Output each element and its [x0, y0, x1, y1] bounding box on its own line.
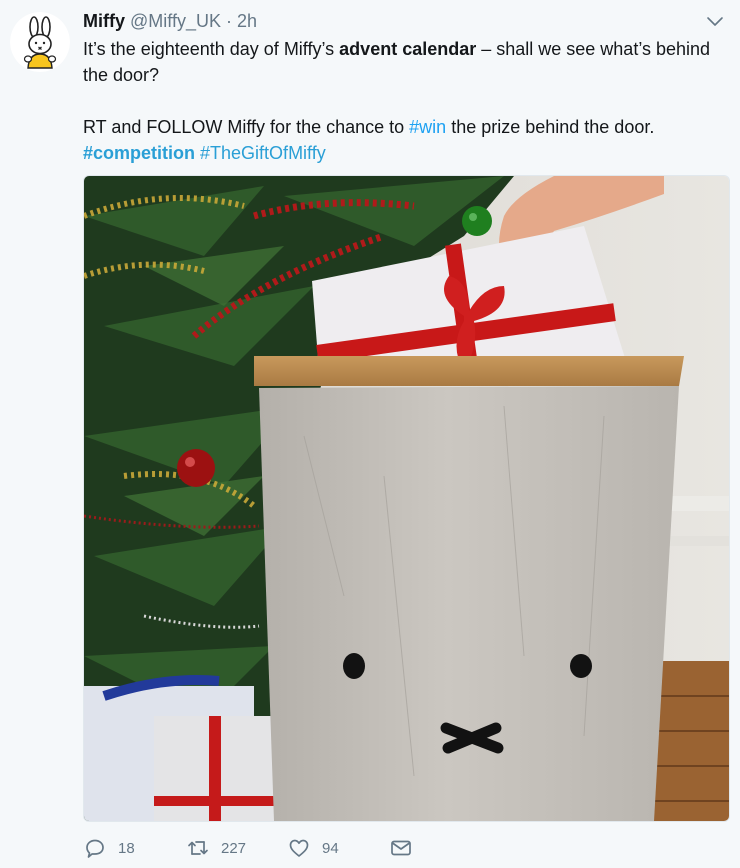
separator-dot: ·	[226, 11, 232, 31]
envelope-icon	[391, 840, 411, 856]
reply-button[interactable]: 18	[83, 834, 135, 862]
retweet-icon	[188, 841, 208, 855]
chevron-down-icon	[707, 17, 723, 26]
tweet-photo[interactable]	[83, 175, 730, 822]
text-bold-segment: advent calendar	[339, 39, 477, 59]
text-segment: the prize behind the door.	[446, 117, 655, 137]
reply-icon	[86, 839, 104, 858]
heart-icon	[289, 839, 309, 857]
miffy-avatar-icon	[10, 12, 70, 72]
tweet-paragraph-1: It’s the eighteenth day of Miffy’s adven…	[83, 36, 723, 88]
direct-message-button[interactable]	[389, 834, 413, 862]
timestamp[interactable]: 2h	[237, 11, 257, 31]
text-segment: It’s the eighteenth day of Miffy’s	[83, 39, 340, 59]
text-segment: RT and FOLLOW Miffy for the chance to	[83, 117, 410, 137]
hashtag-competition[interactable]: #competition	[83, 143, 195, 163]
tweet-paragraph-2: RT and FOLLOW Miffy for the chance to #w…	[83, 114, 723, 166]
retweet-button[interactable]: 227	[186, 834, 246, 862]
tweet-header: Miffy @Miffy_UK · 2h	[83, 10, 257, 32]
avatar[interactable]	[10, 12, 70, 72]
hashtag-win[interactable]: #win	[409, 117, 446, 137]
hashtag-thegiftofmiffy[interactable]: #TheGiftOfMiffy	[200, 143, 326, 163]
user-handle[interactable]: @Miffy_UK	[130, 11, 221, 31]
tweet-text: It’s the eighteenth day of Miffy’s adven…	[83, 36, 723, 166]
photo-illustration	[84, 176, 729, 821]
like-count: 94	[322, 839, 339, 857]
tweet-menu-button[interactable]	[705, 12, 725, 32]
retweet-count: 227	[221, 839, 247, 857]
like-button[interactable]: 94	[287, 834, 339, 862]
tweet-card: Miffy @Miffy_UK · 2h It’s the eighteenth…	[0, 0, 740, 868]
display-name[interactable]: Miffy	[83, 11, 125, 31]
reply-count: 18	[118, 839, 135, 857]
